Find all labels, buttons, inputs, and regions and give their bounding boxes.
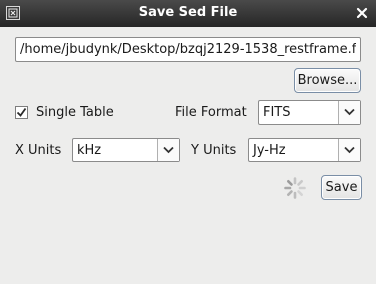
chevron-down-icon[interactable] xyxy=(157,139,179,161)
x-units-value: kHz xyxy=(77,143,102,158)
single-table-checkbox[interactable] xyxy=(15,106,28,119)
y-units-value: Jy-Hz xyxy=(253,143,286,158)
x-units-label: X Units xyxy=(15,143,62,158)
title-bar[interactable]: Save Sed File xyxy=(0,0,376,27)
chevron-down-icon[interactable] xyxy=(338,101,360,124)
file-path-input[interactable] xyxy=(15,37,361,62)
save-sed-file-dialog: Save Sed File Browse... Single Table Fil… xyxy=(0,0,376,284)
browse-button[interactable]: Browse... xyxy=(294,68,361,93)
window-title: Save Sed File xyxy=(138,5,238,20)
checkmark-icon xyxy=(16,107,27,117)
file-format-select[interactable]: FITS xyxy=(258,100,361,125)
file-format-value: FITS xyxy=(263,105,291,120)
single-table-label[interactable]: Single Table xyxy=(36,105,114,120)
loading-spinner-icon xyxy=(283,176,307,200)
x-units-select[interactable]: kHz xyxy=(72,138,180,162)
save-button[interactable]: Save xyxy=(321,175,362,200)
close-icon[interactable] xyxy=(356,7,368,19)
y-units-label: Y Units xyxy=(191,143,237,158)
y-units-select[interactable]: Jy-Hz xyxy=(248,138,361,162)
file-format-label: File Format xyxy=(175,105,247,120)
chevron-down-icon[interactable] xyxy=(338,139,360,161)
